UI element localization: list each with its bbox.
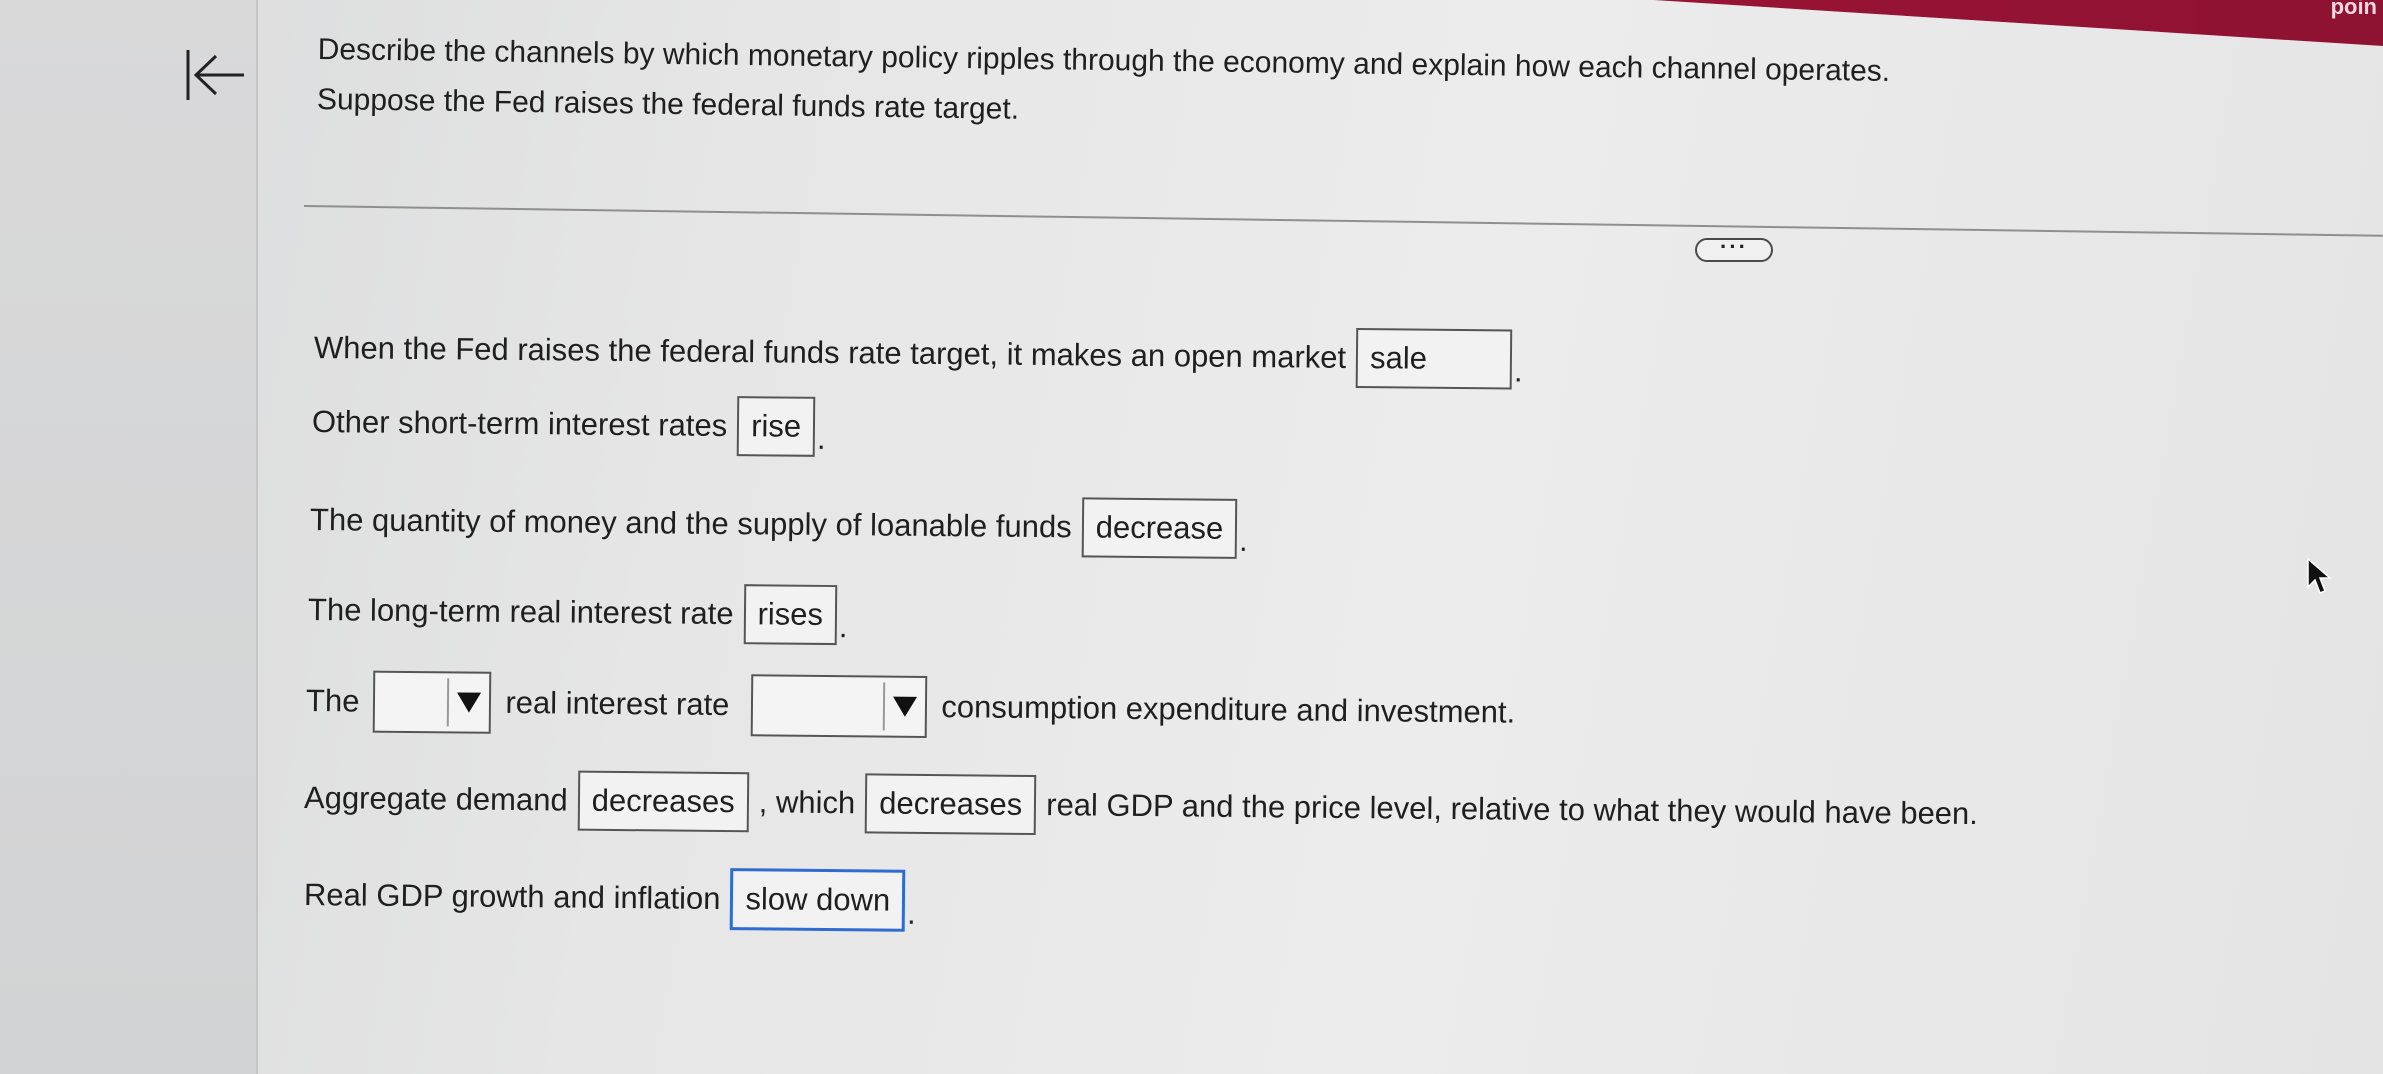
chevron-down-icon — [893, 696, 918, 717]
row-2-period: . — [816, 420, 826, 456]
row-4-text: The long-term real interest rate — [307, 592, 734, 632]
row-7-answer-wrap: slow down . — [730, 868, 916, 932]
answer-row-3: The quantity of money and the supply of … — [310, 490, 1248, 559]
money-supply-answer-box[interactable]: decrease — [1081, 497, 1238, 559]
row-6-text-pre: Aggregate demand — [303, 780, 568, 818]
row-5-text-mid: real interest rate — [505, 684, 730, 723]
row-6-text-post: real GDP and the price level, relative t… — [1046, 787, 1979, 832]
row-7-period: . — [906, 895, 916, 931]
row-5-text-post: consumption expenditure and investment. — [941, 689, 1516, 730]
row-3-answer-wrap: decrease . — [1081, 497, 1248, 559]
row-5-text-the: The — [305, 683, 360, 719]
row-2-answer-wrap: rise . — [736, 396, 826, 457]
real-interest-rate-type-dropdown[interactable] — [373, 670, 492, 734]
answer-row-5: The real interest rate consumption expen… — [306, 670, 1516, 744]
back-arrow-icon[interactable] — [180, 44, 250, 106]
answers-area: When the Fed raises the federal funds ra… — [256, 0, 2383, 1074]
long-term-rate-answer-box[interactable]: rises — [743, 584, 838, 646]
chevron-down-icon — [457, 692, 482, 713]
answer-row-4: The long-term real interest rate rises . — [307, 580, 848, 646]
row-4-answer-wrap: rises . — [743, 584, 848, 646]
row-1-text: When the Fed raises the federal funds ra… — [313, 330, 1347, 375]
row-1-period: . — [1513, 353, 1523, 389]
growth-inflation-answer-box[interactable]: slow down — [730, 868, 906, 932]
row-6-text-mid: , which — [758, 784, 856, 821]
open-market-answer-box[interactable]: sale — [1355, 328, 1513, 390]
dropdown-separator — [447, 678, 450, 727]
question-content: Describe the channels by which monetary … — [256, 0, 2383, 1074]
short-term-rates-answer-box[interactable]: rise — [736, 396, 816, 457]
gdp-effect-answer-box[interactable]: decreases — [864, 773, 1037, 836]
answer-row-7: Real GDP growth and inflation slow down … — [304, 864, 916, 932]
answer-row-2: Other short-term interest rates rise . — [312, 392, 826, 457]
mouse-pointer-icon — [2307, 557, 2333, 594]
row-1-answer-wrap: sale . — [1355, 328, 1523, 390]
row-3-text: The quantity of money and the supply of … — [309, 502, 1072, 545]
row-7-text: Real GDP growth and inflation — [303, 877, 721, 916]
answer-row-6: Aggregate demand decreases , which decre… — [304, 768, 1978, 844]
row-2-text: Other short-term interest rates — [311, 404, 728, 443]
aggregate-demand-answer-box[interactable]: decreases — [577, 770, 750, 833]
real-interest-rate-effect-dropdown[interactable] — [751, 674, 928, 738]
left-panel — [0, 0, 258, 1074]
row-3-period: . — [1238, 522, 1248, 559]
row-4-period: . — [838, 609, 848, 645]
dropdown-separator — [883, 682, 886, 731]
answer-row-1: When the Fed raises the federal funds ra… — [314, 318, 1523, 390]
